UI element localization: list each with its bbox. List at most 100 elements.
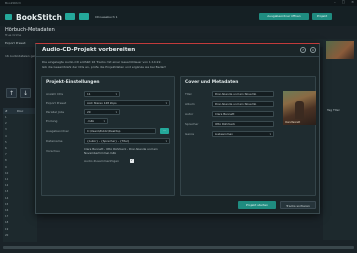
filename-preview: Clara Bennett - Otto Rohrbeck - Drei Abe… [84, 147, 158, 155]
field-label: Album [185, 102, 195, 106]
move-down-button[interactable]: ↓ [20, 88, 31, 98]
divider [36, 56, 319, 57]
folder-icon-button[interactable] [65, 13, 75, 20]
filename-pattern-select[interactable]: {Autor} - {Sprecher} - {Titel} ▾ [84, 138, 170, 144]
table-row[interactable]: 16 [5, 209, 8, 212]
table-row[interactable]: 12 [5, 184, 8, 187]
field-label: Autor [185, 112, 194, 116]
table-header: # Disc [3, 108, 37, 114]
checkbox-label: Audio Zusammenfügen [84, 159, 120, 163]
field-label: Ausgabeordner [46, 129, 69, 133]
column-header[interactable]: Disc [17, 109, 23, 113]
metadata-subheading: True Crime [5, 33, 22, 37]
table-row[interactable]: 18 [5, 221, 8, 224]
disc-icon-button[interactable] [79, 13, 89, 20]
app-header: BookStitch CD-Lesebuch 1 Ausgabeordner ö… [0, 6, 357, 26]
table-row[interactable]: 7 [5, 153, 7, 156]
chevron-down-icon: ▾ [269, 132, 271, 136]
section-heading: Projekt-Einstellungen [46, 80, 100, 85]
export-preset-label: Export Preset: [5, 41, 27, 45]
app-logo-icon [5, 14, 12, 20]
narrator-input[interactable]: Otto Rohrbeck [212, 121, 274, 127]
field-value: 11 [87, 92, 91, 96]
window-controls: – □ × [334, 0, 354, 4]
chevron-down-icon: ▾ [103, 119, 105, 123]
close-icon[interactable]: × [351, 0, 354, 4]
field-label: Endung [46, 119, 58, 123]
table-row[interactable]: 19 [5, 228, 8, 231]
project-settings-section: Projekt-Einstellungen Anzahl CDs 11 ▾ Exp… [41, 76, 175, 196]
export-preset-select[interactable]: AAC Stereo 128 kbps ▾ [84, 100, 170, 106]
field-value: C:\Users\Public\Desktop [87, 129, 121, 133]
field-label: Export Preset [46, 101, 67, 105]
project-button[interactable]: Projekt [312, 13, 332, 20]
table-row[interactable]: 6 [5, 147, 7, 150]
help-icon[interactable]: ? [300, 47, 306, 53]
field-value: AAC Stereo 128 kbps [87, 101, 117, 105]
output-folder-input[interactable]: C:\Users\Public\Desktop [84, 128, 156, 134]
section-heading: Cover und Metadaten [185, 80, 239, 85]
table-row[interactable]: 9 [5, 166, 7, 169]
minimize-icon[interactable]: – [334, 0, 336, 4]
table-row[interactable]: 8 [5, 159, 7, 162]
field-value: Drei Abende und ein Novemb [215, 102, 257, 106]
table-row[interactable]: 20 [5, 234, 8, 237]
table-row[interactable]: 2 [5, 122, 7, 125]
dialog-description: Die eingelegte Audio-CD enthält 16 Track… [42, 60, 162, 64]
genre-select[interactable]: Liebesroman ▾ [212, 131, 274, 137]
table-row[interactable]: 11 [5, 178, 8, 181]
cd-project-dialog: Audio-CD-Projekt vorbereiten ? × Die ein… [35, 43, 320, 214]
field-value: Clara Bennett [215, 112, 235, 116]
field-label: Sprecher [185, 122, 199, 126]
cover-image[interactable]: Clara Bennett [283, 91, 316, 125]
right-column-panel: Tag Titel [323, 40, 357, 240]
field-label: Titel [185, 92, 192, 96]
background-cover-thumbnail [326, 41, 354, 59]
table-row[interactable]: 10 [5, 172, 8, 175]
project-name: CD-Lesebuch 1 [95, 15, 118, 19]
cover-figure [295, 101, 304, 119]
album-input[interactable]: Drei Abende und ein Novemb [212, 101, 274, 107]
cd-count-spinbox[interactable]: 11 ▾ [84, 91, 120, 97]
dialog-description: Gib die Gesamtzahl der CDs an, prüfe die… [42, 65, 167, 69]
chevron-down-icon: ▾ [165, 139, 167, 143]
start-project-button[interactable]: Projekt starten [238, 201, 276, 209]
maximize-icon[interactable]: □ [342, 0, 345, 4]
checkbox-checked-icon[interactable]: ✓ [130, 158, 134, 163]
field-label: Vorschau [46, 149, 60, 153]
sort-tracks-button[interactable]: Tracks sortieren [280, 201, 316, 209]
chevron-down-icon: ▾ [115, 110, 117, 114]
field-label: Dateiname [46, 139, 63, 143]
table-row[interactable]: 4 [5, 135, 7, 138]
window-title: BookStitch [5, 1, 22, 5]
column-header: Tag Titel [327, 108, 340, 112]
open-output-folder-button[interactable]: Ausgabeordner öffnen [259, 13, 309, 20]
app-name: BookStitch [16, 13, 62, 22]
chevron-down-icon: ▾ [165, 101, 167, 105]
field-label: Parallel Jobs [46, 110, 65, 114]
cover-caption: Clara Bennett [285, 121, 301, 124]
table-row[interactable]: 5 [5, 141, 7, 144]
chevron-down-icon: ▾ [115, 92, 117, 96]
column-header[interactable]: # [5, 109, 8, 113]
author-input[interactable]: Clara Bennett [212, 111, 274, 117]
browse-button[interactable]: ... [160, 128, 169, 134]
horizontal-scrollbar[interactable] [3, 246, 354, 249]
title-input[interactable]: Drei Abende und ein Novemb [212, 91, 274, 97]
table-row[interactable]: 13 [5, 190, 8, 193]
table-row[interactable]: 1 [5, 116, 7, 119]
field-value: Drei Abende und ein Novemb [215, 92, 257, 96]
field-value: 20 [87, 110, 91, 114]
table-row[interactable]: 15 [5, 203, 8, 206]
field-label: Genre [185, 132, 195, 136]
dialog-title: Audio-CD-Projekt vorbereiten [42, 47, 136, 53]
parallel-jobs-spinbox[interactable]: 20 ▾ [84, 109, 120, 115]
move-up-button[interactable]: ↑ [6, 88, 17, 98]
table-row[interactable]: 3 [5, 128, 7, 131]
table-row[interactable]: 17 [5, 215, 8, 218]
track-table: # Disc 1 2 3 4 5 6 7 8 9 10 11 12 13 14 15 16 17 18 19 20 [3, 108, 37, 242]
table-row[interactable]: 14 [5, 197, 8, 200]
extension-select[interactable]: .m4b ▾ [84, 118, 108, 124]
close-icon[interactable]: × [310, 47, 316, 53]
field-value: {Autor} - {Sprecher} - {Titel} [87, 139, 130, 143]
